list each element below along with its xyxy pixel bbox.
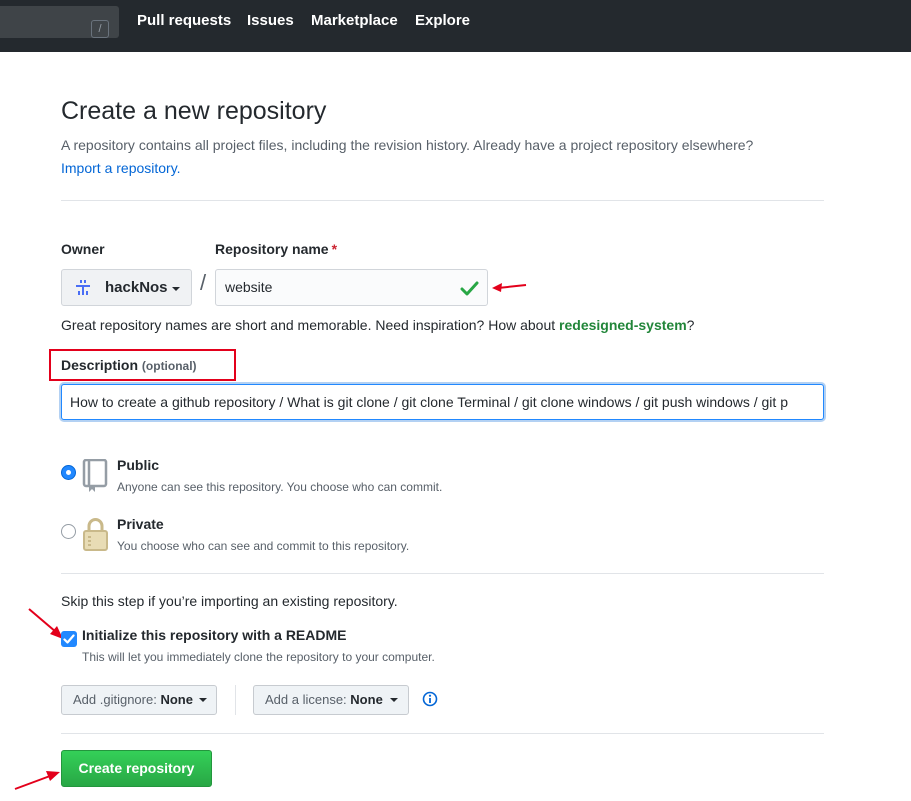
search-input[interactable]: / [0,6,119,38]
annotation-arrow-icon [28,608,63,639]
divider [235,685,236,715]
description-label: Description (optional) [61,357,197,373]
valid-check-icon [460,281,479,296]
readme-description: This will let you immediately clone the … [82,650,435,664]
nav-explore[interactable]: Explore [415,12,470,29]
private-title: Private [117,516,164,532]
owner-repo-separator: / [200,270,207,295]
optional-tag: (optional) [141,359,197,373]
lock-icon [83,518,108,551]
gitignore-dropdown[interactable]: Add .gitignore: None [61,685,217,715]
required-mark: * [331,241,338,257]
suggested-name-link[interactable]: redesigned-system [559,317,687,333]
description-input[interactable]: How to create a github repository / What… [61,384,824,420]
page-title: Create a new repository [61,97,327,125]
owner-name: hackNos [105,279,168,296]
nav-pull-requests[interactable]: Pull requests [137,12,231,29]
divider [61,573,824,574]
repo-book-icon [82,459,108,492]
nav-issues[interactable]: Issues [247,12,294,29]
annotation-arrow-icon [14,771,60,790]
public-title: Public [117,457,160,473]
private-description: You choose who can see and commit to thi… [117,539,410,553]
checkmark-icon [63,634,75,644]
readme-label[interactable]: Initialize this repository with a README [82,627,346,643]
caret-down-icon [172,287,180,291]
license-dropdown[interactable]: Add a license: None [253,685,409,715]
repository-name-input[interactable]: website [215,269,488,306]
caret-down-icon [199,698,207,702]
owner-avatar-icon [76,280,90,295]
annotation-arrow-icon [492,283,527,292]
caret-down-icon [390,698,398,702]
divider [61,200,824,201]
import-repository-link[interactable]: Import a repository. [61,160,181,176]
public-description: Anyone can see this repository. You choo… [117,480,443,494]
skip-step-text: Skip this step if you’re importing an ex… [61,593,398,609]
private-radio[interactable] [61,524,76,539]
info-icon[interactable] [422,691,438,707]
gitignore-value: None [160,692,193,707]
owner-label: Owner [61,241,105,257]
license-value: None [350,692,383,707]
public-radio[interactable] [61,465,76,480]
top-navigation-bar: / Pull requests Issues Marketplace Explo… [0,0,911,52]
owner-dropdown[interactable]: hackNos [61,269,192,306]
create-repository-button[interactable]: Create repository [61,750,212,787]
divider [61,733,824,734]
nav-marketplace[interactable]: Marketplace [311,12,398,29]
repo-name-label: Repository name * [215,241,338,257]
readme-checkbox[interactable] [61,631,77,647]
search-shortcut-key: / [91,20,109,38]
page-subtitle: A repository contains all project files,… [61,137,754,153]
repo-name-hint: Great repository names are short and mem… [61,317,695,333]
